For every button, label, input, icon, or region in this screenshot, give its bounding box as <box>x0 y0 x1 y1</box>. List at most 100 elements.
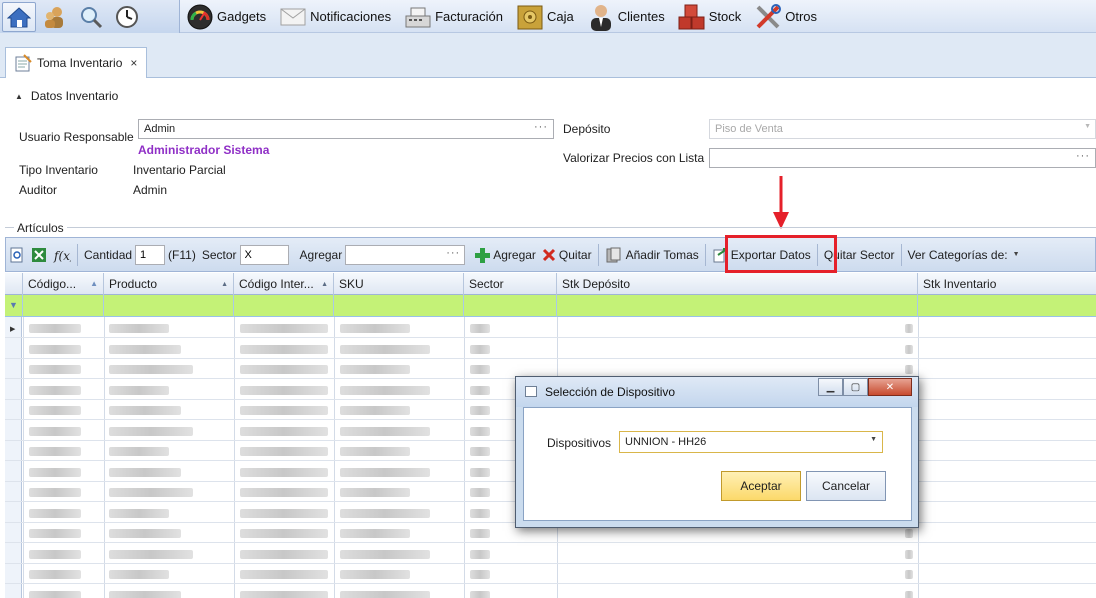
usuario-lookup-button[interactable]: ··· <box>534 121 548 133</box>
cancelar-button[interactable]: Cancelar <box>806 471 886 501</box>
filter-cell[interactable] <box>104 295 234 317</box>
delete-x-icon <box>542 248 555 261</box>
window-icon <box>525 386 537 397</box>
cantidad-input[interactable] <box>135 244 166 265</box>
obscured-cell-value <box>340 549 430 559</box>
close-button[interactable]: ✕ <box>868 378 912 396</box>
valorizar-lookup-button[interactable]: ··· <box>1076 150 1090 162</box>
main-menu: Gadgets Notificaciones Facturación Caja … <box>183 0 827 33</box>
table-row[interactable] <box>5 357 1096 359</box>
usuario-label: Usuario Responsable <box>19 130 134 144</box>
minimize-button[interactable]: ▁ <box>818 378 843 396</box>
maximize-button[interactable]: ▢ <box>843 378 868 396</box>
obscured-cell-value <box>29 529 81 538</box>
menu-gadgets[interactable]: Gadgets <box>183 0 266 33</box>
obscured-cell-value <box>240 467 328 477</box>
column-header-label: Stk Depósito <box>562 277 631 291</box>
table-row[interactable] <box>5 337 1096 338</box>
home-button[interactable] <box>2 1 36 32</box>
envelope-icon <box>276 2 310 32</box>
filter-cell[interactable] <box>464 295 557 317</box>
auditor-label: Auditor <box>19 183 58 197</box>
usuario-input[interactable]: Admin ··· <box>138 119 554 139</box>
quitar-button-label: Quitar <box>558 247 592 262</box>
grid-column-line <box>334 317 335 598</box>
obscured-cell-value <box>240 570 328 579</box>
search-button[interactable] <box>74 2 108 32</box>
obscured-cell-value <box>109 570 169 579</box>
obscured-cell-value <box>470 467 490 477</box>
tab-toma-inventario[interactable]: Toma Inventario × <box>5 47 147 78</box>
tab-close-icon[interactable]: × <box>130 56 137 70</box>
anadir-tomas-button[interactable]: Añadir Tomas <box>602 237 702 272</box>
sector-input[interactable] <box>239 244 289 265</box>
column-header-stk-deposito[interactable]: Stk Depósito <box>557 273 918 295</box>
formula-button[interactable]: f(x) <box>50 237 74 272</box>
toolbar-separator <box>704 243 706 266</box>
aceptar-button[interactable]: Aceptar <box>721 471 801 501</box>
obscured-cell-value <box>340 570 410 579</box>
obscured-cell-value <box>470 406 490 415</box>
tipo-inventario-value: Inventario Parcial <box>133 163 226 177</box>
agregar-button[interactable]: Agregar <box>471 237 539 272</box>
obscured-cell-value <box>29 549 81 559</box>
obscured-cell-value <box>109 344 181 354</box>
menu-stock[interactable]: Stock <box>675 0 742 33</box>
dialog-title-bar[interactable]: Selección de Dispositivo ▁ ▢ ✕ <box>516 377 918 407</box>
grid-filter-row[interactable]: ▼ <box>5 295 1096 317</box>
filter-cell[interactable] <box>23 295 104 317</box>
menu-notificaciones[interactable]: Notificaciones <box>276 0 391 33</box>
menu-clientes[interactable]: Clientes <box>584 0 665 33</box>
exportar-datos-button[interactable]: Exportar Datos <box>709 237 814 272</box>
quitar-button[interactable]: Quitar <box>539 237 595 272</box>
cantidad-label: Cantidad <box>84 247 133 262</box>
column-header-sector[interactable]: Sector <box>464 273 557 295</box>
filter-cell[interactable] <box>234 295 334 317</box>
menu-caja[interactable]: Caja <box>513 0 574 33</box>
column-header-sku[interactable]: SKU <box>334 273 464 295</box>
toolbar-separator <box>816 243 818 266</box>
filter-cell[interactable] <box>557 295 918 317</box>
obscured-cell-value <box>340 324 410 333</box>
articulos-group-border <box>5 227 1096 228</box>
column-header-codigo[interactable]: Código... ▲ <box>23 273 104 295</box>
users-button[interactable] <box>38 2 72 32</box>
column-header-label: SKU <box>339 277 364 291</box>
column-header-producto[interactable]: Producto ▲ <box>104 273 234 295</box>
column-header-label: Sector <box>469 277 504 291</box>
agregar-input[interactable]: ··· <box>345 244 466 265</box>
menu-label: Stock <box>708 9 742 24</box>
filter-cell[interactable] <box>334 295 464 317</box>
quitar-sector-button[interactable]: Quitar Sector <box>821 237 898 272</box>
obscured-cell-value <box>240 488 328 497</box>
agregar-label: Agregar <box>299 247 343 262</box>
obscured-cell-value <box>470 385 490 395</box>
column-header-codigo-interno[interactable]: Código Inter... ▲ <box>234 273 334 295</box>
preview-button[interactable] <box>6 237 28 272</box>
excel-button[interactable] <box>28 237 50 272</box>
safe-icon <box>513 2 547 32</box>
dispositivos-select[interactable]: UNNION - HH26 ▼ <box>619 431 883 453</box>
agregar-lookup-button[interactable]: ··· <box>446 247 460 259</box>
column-header-stk-inventario[interactable]: Stk Inventario <box>918 273 1096 295</box>
obscured-cell-value <box>340 529 410 538</box>
deposito-select[interactable]: Piso de Venta ▼ <box>709 119 1096 139</box>
maximize-icon: ▢ <box>850 381 861 393</box>
home-icon <box>7 6 31 27</box>
toolbar-separator <box>900 243 902 266</box>
obscured-cell-value <box>29 488 81 497</box>
ver-categorias-dropdown[interactable]: Ver Categorías de: ▼ <box>905 237 1023 272</box>
column-header-label: Código Inter... <box>239 277 314 291</box>
obscured-cell-value <box>240 324 328 333</box>
table-row[interactable] <box>5 542 1096 543</box>
valorizar-input[interactable]: ··· <box>709 148 1096 168</box>
table-row[interactable] <box>5 583 1096 584</box>
obscured-cell-value <box>109 508 169 518</box>
clock-button[interactable] <box>110 2 144 32</box>
obscured-cell-value <box>109 590 181 598</box>
table-row[interactable] <box>5 562 1096 564</box>
menu-facturacion[interactable]: Facturación <box>401 0 503 33</box>
datos-inventario-header[interactable]: ▲ Datos Inventario <box>15 89 118 103</box>
sector-label: Sector <box>201 247 237 262</box>
menu-otros[interactable]: Otros <box>751 0 817 33</box>
